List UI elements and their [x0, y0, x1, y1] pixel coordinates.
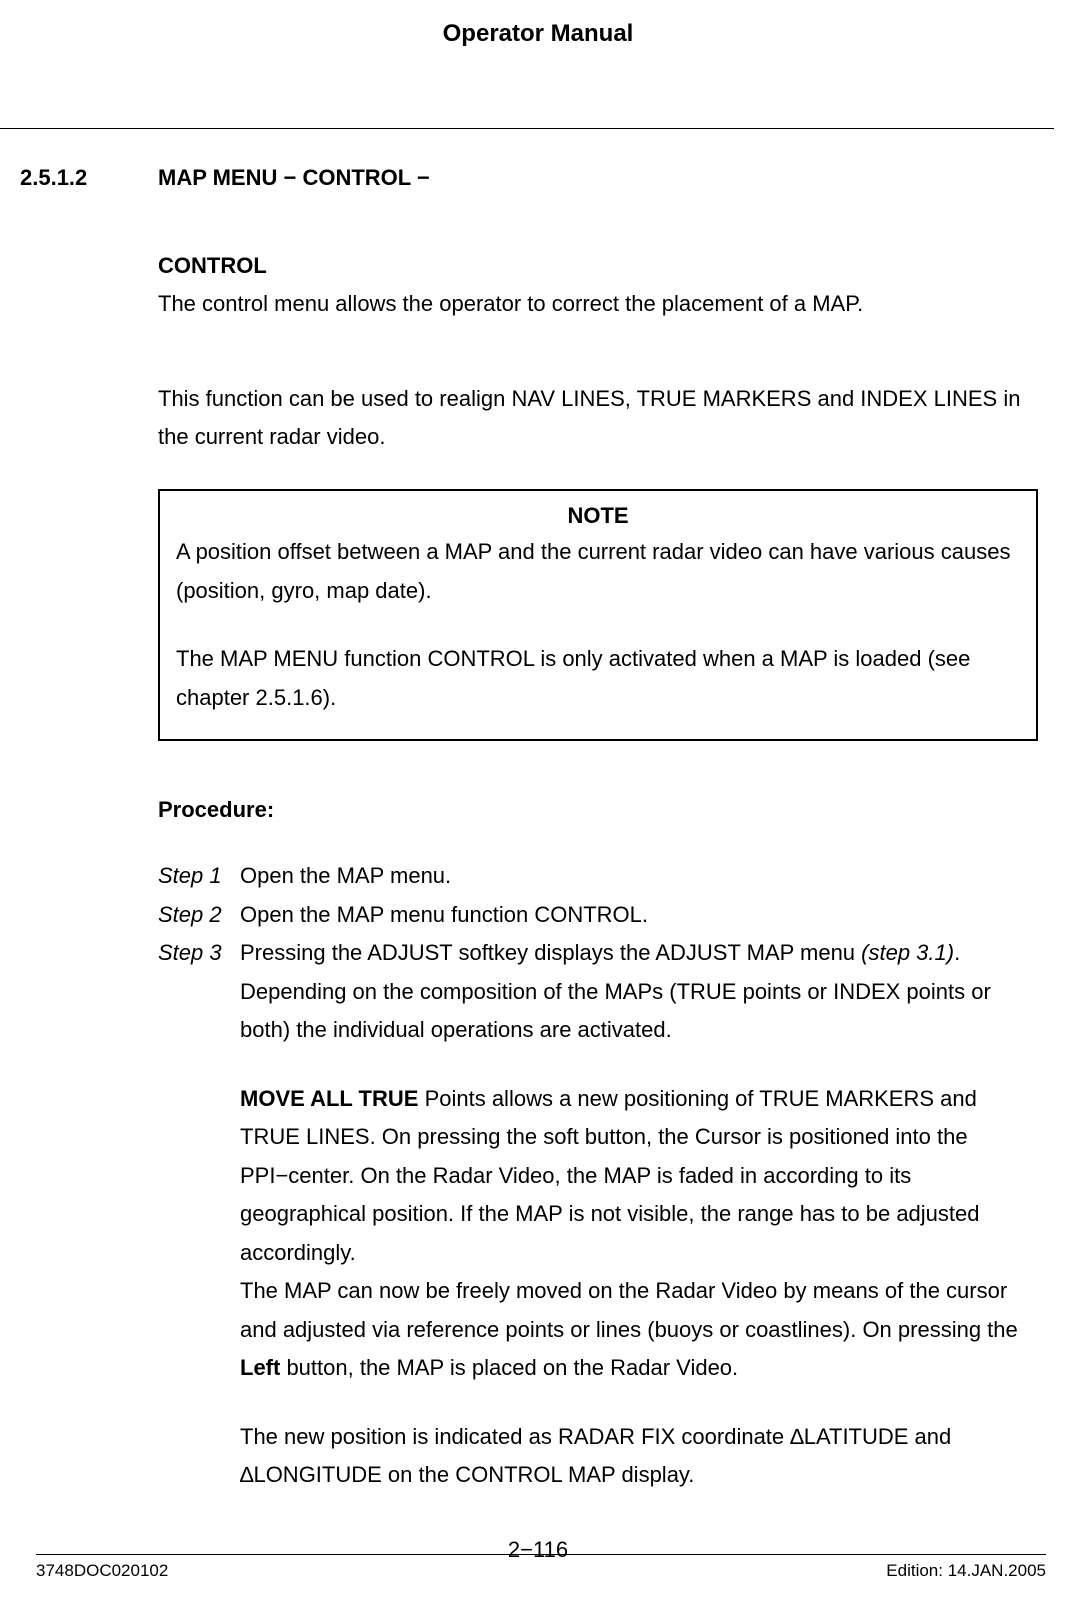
footer-left: 3748DOC020102 — [36, 1561, 168, 1581]
header-rule — [0, 128, 1054, 129]
move-all-true-bold: MOVE ALL TRUE — [240, 1086, 418, 1111]
note-box: NOTE A position offset between a MAP and… — [158, 489, 1038, 741]
procedure-heading: Procedure: — [158, 797, 1038, 823]
page-footer: 3748DOC020102 Edition: 14.JAN.2005 2−116 — [0, 1554, 1076, 1581]
control-heading: CONTROL — [158, 253, 1038, 279]
step3-ref: (step 3.1) — [861, 940, 954, 965]
move-p2b: button, the MAP is placed on the Radar V… — [280, 1355, 738, 1380]
control-para2: This function can be used to realign NAV… — [158, 380, 1038, 455]
step-body: Open the MAP menu. — [240, 857, 1038, 896]
footer-right: Edition: 14.JAN.2005 — [886, 1561, 1046, 1581]
note-title: NOTE — [176, 503, 1020, 529]
step-body: Pressing the ADJUST softkey displays the… — [240, 934, 1038, 1495]
step-label: Step 2 — [158, 896, 240, 935]
move-p2a: The MAP can now be freely moved on the R… — [240, 1278, 1018, 1342]
step-row: Step 3 Pressing the ADJUST softkey displ… — [158, 934, 1038, 1495]
step-row: Step 1 Open the MAP menu. — [158, 857, 1038, 896]
step-label: Step 3 — [158, 934, 240, 1495]
doc-title: Operator Manual — [0, 0, 1076, 128]
section-number: 2.5.1.2 — [0, 165, 158, 191]
note-line2: The MAP MENU function CONTROL is only ac… — [176, 640, 1020, 717]
step-label: Step 1 — [158, 857, 240, 896]
step-row: Step 2 Open the MAP menu function CONTRO… — [158, 896, 1038, 935]
left-bold: Left — [240, 1355, 280, 1380]
note-line1: A position offset between a MAP and the … — [176, 533, 1020, 610]
footer-center: 2−116 — [508, 1537, 568, 1563]
step3-a: Pressing the ADJUST softkey displays the… — [240, 940, 861, 965]
section-title: MAP MENU − CONTROL − — [158, 165, 430, 191]
move-p3: The new position is indicated as RADAR F… — [240, 1424, 951, 1488]
move-rest: Points allows a new positioning of TRUE … — [240, 1086, 980, 1265]
control-para1: The control menu allows the operator to … — [158, 285, 1038, 322]
step-body: Open the MAP menu function CONTROL. — [240, 896, 1038, 935]
